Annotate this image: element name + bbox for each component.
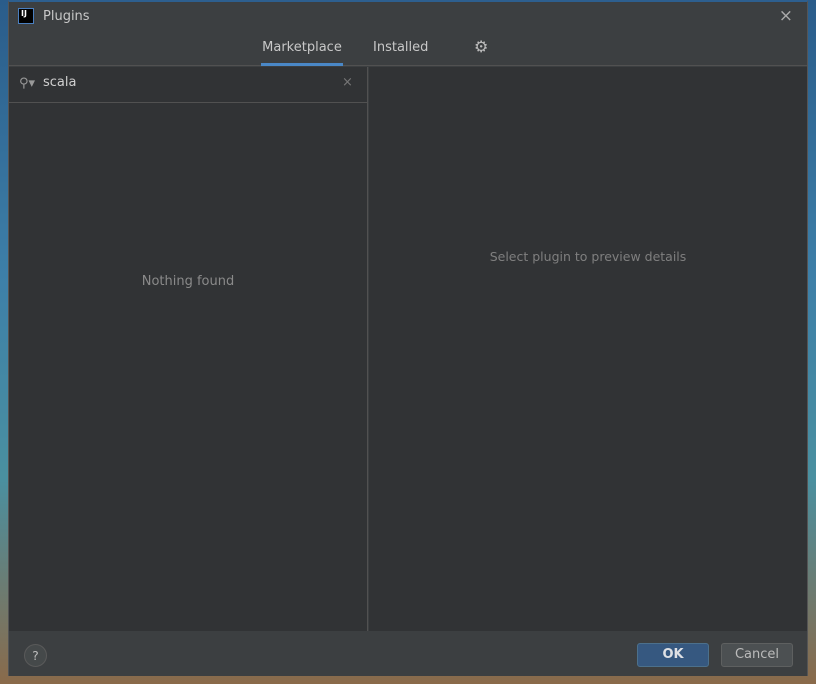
tab-installed[interactable]: Installed <box>373 40 428 55</box>
tab-marketplace[interactable]: Marketplace <box>261 40 343 66</box>
cancel-button[interactable]: Cancel <box>721 643 793 667</box>
close-icon[interactable]: × <box>779 6 793 26</box>
title-bar: IJ Plugins × <box>9 2 807 32</box>
plugins-dialog: IJ Plugins × Marketplace Installed ⚙ ⚲▾ … <box>8 0 808 676</box>
dialog-footer: ? OK Cancel <box>9 631 807 676</box>
ok-button[interactable]: OK <box>637 643 709 667</box>
intellij-app-icon: IJ <box>18 8 34 24</box>
preview-placeholder-text: Select plugin to preview details <box>489 249 687 264</box>
tab-bar: Marketplace Installed ⚙ <box>9 32 807 66</box>
search-bar: ⚲▾ × <box>9 67 367 103</box>
plugin-details-panel: Select plugin to preview details <box>369 67 807 631</box>
clear-search-icon[interactable]: × <box>342 75 353 90</box>
plugin-list-panel: ⚲▾ × Nothing found <box>9 67 368 631</box>
gear-icon[interactable]: ⚙ <box>474 37 488 56</box>
window-title: Plugins <box>43 9 90 24</box>
search-input[interactable] <box>43 75 323 90</box>
empty-results-text: Nothing found <box>141 274 235 289</box>
search-icon: ⚲▾ <box>19 76 36 91</box>
help-button[interactable]: ? <box>24 644 47 667</box>
